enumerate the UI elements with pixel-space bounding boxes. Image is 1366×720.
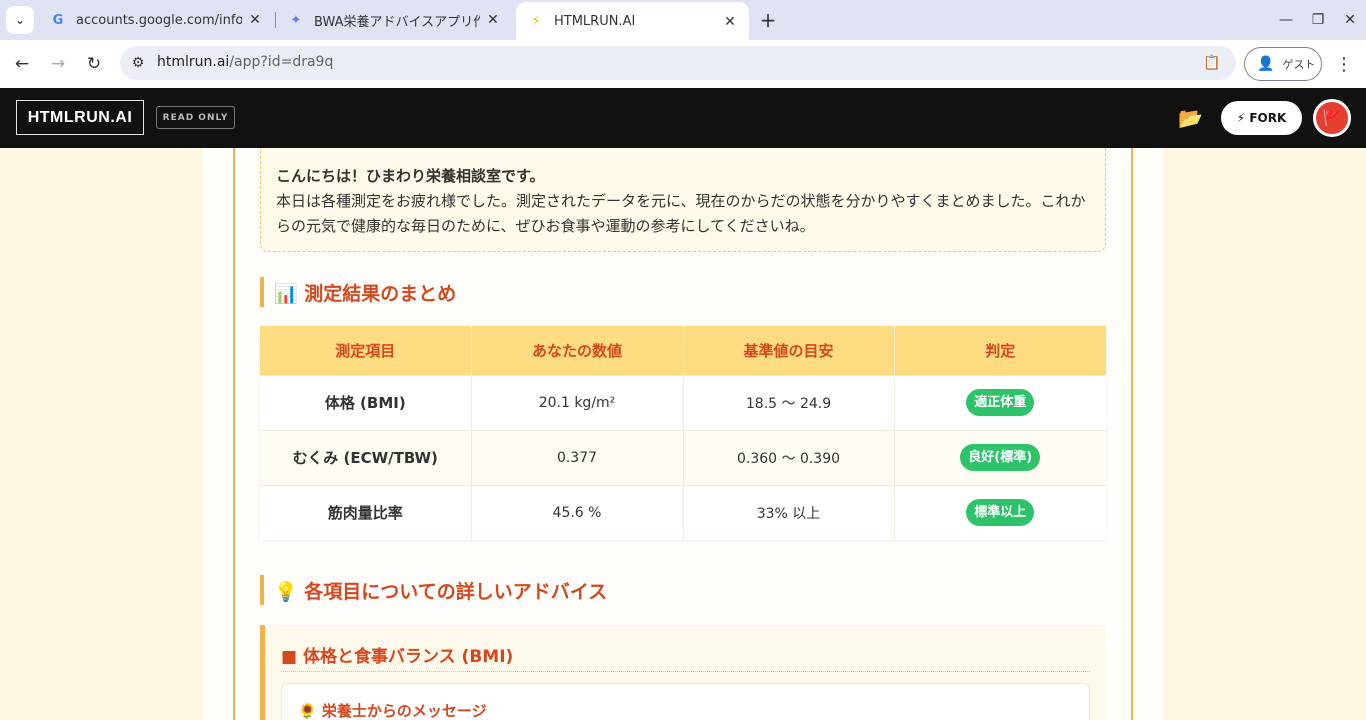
results-table: 測定項目 あなたの数値 基準値の目安 判定 体格 (BMI) 20.1 kg/m… <box>260 326 1106 540</box>
app-header: HTMLRUN.AI READ ONLY 📂 ⚡ FORK 🚩 <box>0 88 1366 148</box>
tab-title: accounts.google.com/info/se <box>76 12 242 28</box>
column-header: 基準値の目安 <box>683 326 895 375</box>
greeting-hello: こんにちは！ひまわり栄養相談室です。 <box>276 167 545 185</box>
cell-item: 筋肉量比率 <box>260 484 472 540</box>
cell-range: 18.5 〜 24.9 <box>683 374 895 430</box>
report-flag-button[interactable]: 🚩 <box>1313 99 1351 137</box>
read-only-badge: READ ONLY <box>156 106 235 129</box>
url-text[interactable]: htmlrun.ai/app?id=dra9q <box>157 54 333 70</box>
browser-toolbar: ← → ↻ ⚙ htmlrun.ai/app?id=dra9q 📋 👤 ゲスト … <box>0 40 1366 88</box>
minimize-button[interactable]: — <box>1274 8 1298 32</box>
clipboard-icon[interactable]: 📋 <box>1202 53 1222 73</box>
browser-menu-button[interactable]: ⋮ <box>1334 52 1354 76</box>
flag-icon: 🚩 <box>1322 109 1342 127</box>
arrow-right-icon: → <box>50 54 66 74</box>
summary-heading: 📊 測定結果のまとめ <box>260 277 456 307</box>
advice-subheading: ■ 体格と食事バランス (BMI) <box>281 638 1090 672</box>
table-row: むくみ (ECW/TBW) 0.377 0.360 〜 0.390 良好(標準) <box>260 429 1106 485</box>
table-row: 筋肉量比率 45.6 % 33% 以上 標準以上 <box>260 484 1106 540</box>
cell-value: 0.377 <box>471 429 684 485</box>
tab-title: HTMLRUN.AI <box>554 13 636 29</box>
cell-judge: 標準以上 <box>894 484 1106 540</box>
person-icon: 👤 <box>1257 56 1275 72</box>
column-header: 測定項目 <box>260 326 472 375</box>
kebab-menu-icon: ⋮ <box>1335 53 1353 75</box>
status-badge: 適正体重 <box>966 389 1035 416</box>
cell-range: 0.360 〜 0.390 <box>683 429 895 485</box>
back-button[interactable]: ← <box>10 52 34 76</box>
forward-button[interactable]: → <box>46 52 70 76</box>
column-header: 判定 <box>894 326 1106 375</box>
lightning-icon: ⚡ <box>531 13 541 29</box>
cell-item: 体格 (BMI) <box>260 374 472 430</box>
site-settings-icon[interactable]: ⚙ <box>128 53 148 73</box>
gemini-icon: ✦ <box>290 12 302 28</box>
message-card: 🌻 栄養士からのメッセージ <box>281 683 1090 720</box>
restore-icon: ❐ <box>1311 12 1325 28</box>
tab-google-accounts[interactable]: G accounts.google.com/info/se ✕ <box>38 0 274 40</box>
tab-bwa-app[interactable]: ✦ BWA栄養アドバイスアプリ作 ✕ <box>276 0 512 40</box>
tab-title: BWA栄養アドバイスアプリ作 <box>314 14 480 30</box>
reload-button[interactable]: ↻ <box>82 52 106 76</box>
table-header-row: 測定項目 あなたの数値 基準値の目安 判定 <box>260 326 1106 375</box>
restore-button[interactable]: ❐ <box>1306 8 1330 32</box>
greeting-box: こんにちは！ひまわり栄養相談室です。 本日は各種測定をお疲れ様でした。測定された… <box>260 148 1106 252</box>
arrow-left-icon: ← <box>14 54 30 74</box>
reload-icon: ↻ <box>86 54 102 74</box>
page-content: こんにちは！ひまわり栄養相談室です。 本日は各種測定をお疲れ様でした。測定された… <box>0 148 1366 720</box>
cell-judge: 良好(標準) <box>894 429 1106 485</box>
tab-strip: ⌄ G accounts.google.com/info/se ✕ ✦ BWA栄… <box>0 0 1366 40</box>
close-icon: ✕ <box>1344 12 1356 28</box>
cell-value: 20.1 kg/m² <box>471 374 684 430</box>
cell-judge: 適正体重 <box>894 374 1106 430</box>
folder-icon[interactable]: 📂 <box>1178 106 1203 130</box>
tab-search-dropdown[interactable]: ⌄ <box>6 6 34 34</box>
minimize-icon: — <box>1279 12 1293 28</box>
guest-label: ゲスト <box>1282 58 1316 71</box>
status-badge: 良好(標準) <box>960 444 1041 471</box>
address-bar[interactable]: ⚙ htmlrun.ai/app?id=dra9q 📋 <box>120 46 1236 80</box>
fork-button[interactable]: ⚡ FORK <box>1221 101 1302 135</box>
status-badge: 標準以上 <box>966 499 1035 527</box>
close-icon[interactable]: ✕ <box>484 11 502 29</box>
cell-item: むくみ (ECW/TBW) <box>260 429 472 485</box>
table-row: 体格 (BMI) 20.1 kg/m² 18.5 〜 24.9 適正体重 <box>260 374 1106 430</box>
advice-heading: 💡 各項目についての詳しいアドバイス <box>260 575 607 605</box>
profile-guest-button[interactable]: 👤 ゲスト <box>1244 47 1322 81</box>
close-icon[interactable]: ✕ <box>246 11 264 29</box>
message-title: 🌻 栄養士からのメッセージ <box>298 702 487 720</box>
cell-range: 33% 以上 <box>683 484 895 540</box>
chevron-down-icon: ⌄ <box>14 13 26 27</box>
plus-icon: + <box>759 8 777 32</box>
app-logo[interactable]: HTMLRUN.AI <box>16 100 144 135</box>
google-g-icon: G <box>52 12 64 28</box>
cell-value: 45.6 % <box>471 484 684 540</box>
new-tab-button[interactable]: + <box>756 8 780 32</box>
column-header: あなたの数値 <box>471 326 684 375</box>
greeting-body: 本日は各種測定をお疲れ様でした。測定されたデータを元に、現在のからだの状態を分か… <box>276 192 1086 235</box>
close-icon[interactable]: ✕ <box>721 13 739 31</box>
tab-htmlrun[interactable]: ⚡ HTMLRUN.AI ✕ <box>516 2 749 40</box>
close-window-button[interactable]: ✕ <box>1338 8 1362 32</box>
